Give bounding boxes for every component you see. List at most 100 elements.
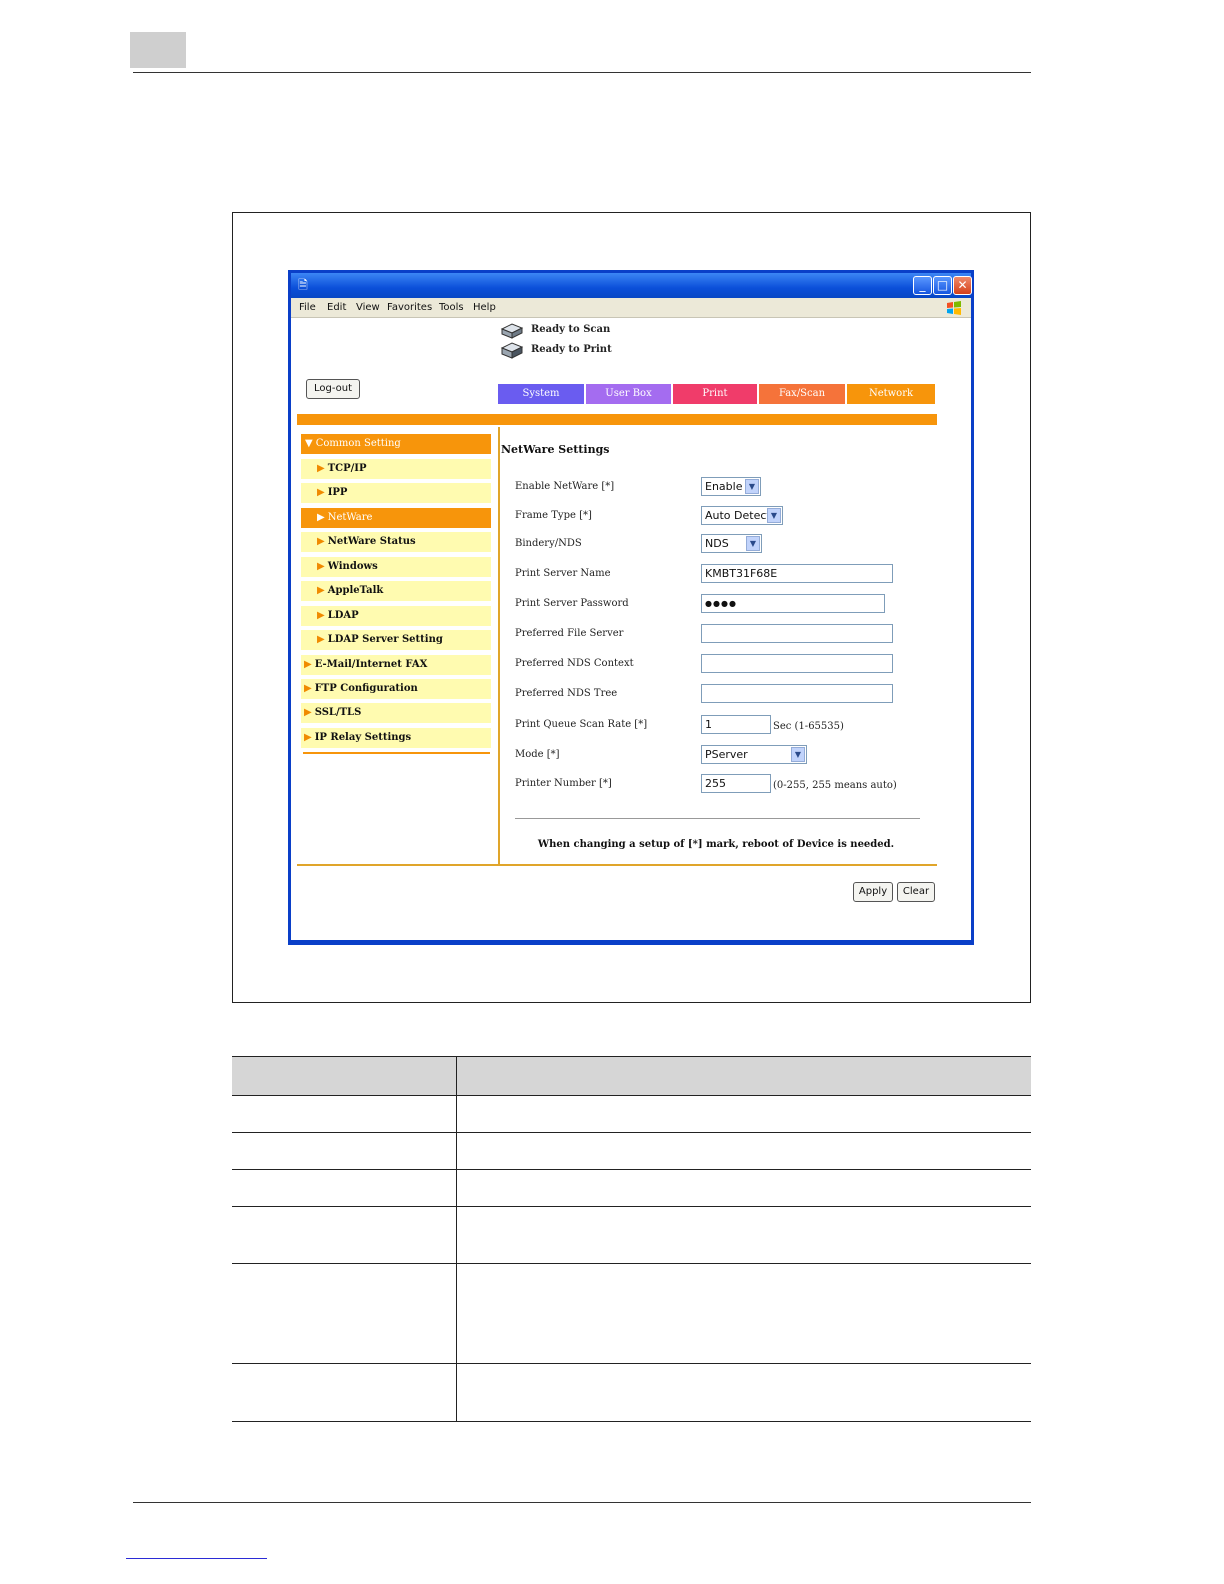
close-icon[interactable]: ✕ bbox=[953, 276, 972, 295]
tab-system[interactable]: System bbox=[498, 384, 584, 404]
preferred-file-server-input[interactable] bbox=[701, 624, 893, 643]
print-queue-scan-rate-input[interactable]: 1 bbox=[701, 715, 771, 734]
table-row bbox=[232, 1132, 1031, 1170]
nav-label: FTP Configuration bbox=[314, 683, 418, 694]
triangle-right-icon: ▶ bbox=[317, 634, 325, 645]
nav-item-ipp[interactable]: ▶ IPP bbox=[301, 483, 491, 503]
bindery-nds-select[interactable]: NDS ▼ bbox=[701, 534, 762, 553]
nav-bottom-rule bbox=[303, 752, 490, 754]
nav-item-ldap-server-setting[interactable]: ▶ LDAP Server Setting bbox=[301, 630, 491, 650]
printer-number-input[interactable]: 255 bbox=[701, 774, 771, 793]
nav-item-email-internet-fax[interactable]: ▶ E-Mail/Internet FAX bbox=[301, 655, 491, 675]
tab-fax-scan[interactable]: Fax/Scan bbox=[759, 384, 845, 404]
select-value: NDS bbox=[705, 537, 729, 550]
nav-item-ssl-tls[interactable]: ▶ SSL/TLS bbox=[301, 703, 491, 723]
nav-label: E-Mail/Internet FAX bbox=[314, 659, 428, 670]
reboot-note: When changing a setup of [*] mark, reboo… bbox=[537, 839, 895, 850]
frame-type-select[interactable]: Auto Detect ▼ bbox=[701, 506, 783, 525]
nav-item-tcpip[interactable]: ▶ TCP/IP bbox=[301, 459, 491, 479]
maximize-icon[interactable]: □ bbox=[933, 276, 952, 295]
table-cell bbox=[456, 1206, 1031, 1264]
footer-rule bbox=[133, 1502, 1031, 1503]
table-row bbox=[232, 1095, 1031, 1133]
preferred-nds-tree-input[interactable] bbox=[701, 684, 893, 703]
triangle-right-icon: ▶ bbox=[304, 732, 312, 743]
triangle-right-icon: ▶ bbox=[304, 683, 312, 694]
ie-page-icon: 🗎 bbox=[298, 278, 308, 292]
tab-user-box[interactable]: User Box bbox=[586, 384, 671, 404]
table-cell bbox=[232, 1095, 457, 1133]
label-bindery-nds: Bindery/NDS bbox=[515, 538, 582, 549]
enable-netware-select[interactable]: Enable ▼ bbox=[701, 477, 761, 496]
footer-divider bbox=[297, 864, 937, 866]
nav-item-ip-relay-settings[interactable]: ▶ IP Relay Settings bbox=[301, 728, 491, 748]
nav-label: TCP/IP bbox=[327, 463, 367, 474]
nav-item-ftp-configuration[interactable]: ▶ FTP Configuration bbox=[301, 679, 491, 699]
menu-tools[interactable]: Tools bbox=[439, 302, 464, 313]
select-value: Auto Detect bbox=[705, 509, 771, 522]
triangle-right-icon: ▶ bbox=[317, 463, 325, 474]
label-preferred-file-server: Preferred File Server bbox=[515, 628, 624, 639]
triangle-right-icon: ▶ bbox=[317, 585, 325, 596]
table-header-row bbox=[232, 1056, 1031, 1096]
table-cell bbox=[456, 1363, 1031, 1422]
apply-button[interactable]: Apply bbox=[853, 882, 893, 902]
nav-item-netware-status[interactable]: ▶ NetWare Status bbox=[301, 532, 491, 552]
table-cell bbox=[232, 1132, 457, 1170]
tab-print[interactable]: Print bbox=[673, 384, 757, 404]
triangle-right-icon: ▶ bbox=[317, 487, 325, 498]
menu-edit[interactable]: Edit bbox=[327, 302, 346, 313]
description-table bbox=[232, 1056, 1031, 1422]
table-row bbox=[232, 1363, 1031, 1422]
preferred-nds-context-input[interactable] bbox=[701, 654, 893, 673]
triangle-right-icon: ▶ bbox=[317, 536, 325, 547]
nav-item-appletalk[interactable]: ▶ AppleTalk bbox=[301, 581, 491, 601]
table-cell bbox=[456, 1169, 1031, 1207]
tab-underline-bar bbox=[297, 414, 937, 425]
mode-select[interactable]: PServer ▼ bbox=[701, 745, 807, 764]
label-preferred-nds-context: Preferred NDS Context bbox=[515, 658, 634, 669]
content-divider bbox=[498, 427, 500, 864]
nav-label: Common Setting bbox=[315, 438, 401, 449]
clear-button[interactable]: Clear bbox=[897, 882, 935, 902]
table-row bbox=[232, 1263, 1031, 1364]
nav-label: LDAP bbox=[327, 610, 359, 621]
minimize-icon[interactable]: _ bbox=[913, 276, 932, 295]
nav-item-ldap[interactable]: ▶ LDAP bbox=[301, 606, 491, 626]
nav-label: LDAP Server Setting bbox=[327, 634, 443, 645]
label-preferred-nds-tree: Preferred NDS Tree bbox=[515, 688, 618, 699]
menu-file[interactable]: File bbox=[299, 302, 316, 313]
menu-view[interactable]: View bbox=[356, 302, 380, 313]
nav-label: Windows bbox=[327, 561, 378, 572]
tab-network[interactable]: Network bbox=[847, 384, 935, 404]
print-server-name-input[interactable]: KMBT31F68E bbox=[701, 564, 893, 583]
label-print-server-name: Print Server Name bbox=[515, 568, 611, 579]
logout-button[interactable]: Log-out bbox=[306, 379, 360, 399]
triangle-right-icon: ▶ bbox=[304, 659, 312, 670]
table-cell bbox=[232, 1206, 457, 1264]
nav-label: NetWare Status bbox=[327, 536, 416, 547]
window-bottom-border bbox=[291, 940, 971, 942]
form-rule bbox=[515, 818, 920, 819]
nav-label: AppleTalk bbox=[327, 585, 384, 596]
chevron-down-icon: ▼ bbox=[791, 747, 805, 762]
table-cell bbox=[456, 1132, 1031, 1170]
triangle-right-icon: ▶ bbox=[317, 512, 325, 523]
triangle-right-icon: ▶ bbox=[317, 561, 325, 572]
nav-item-netware[interactable]: ▶ NetWare bbox=[301, 508, 491, 528]
scanner-icon bbox=[500, 323, 524, 339]
nav-label: IP Relay Settings bbox=[314, 732, 412, 743]
nav-label: SSL/TLS bbox=[314, 707, 362, 718]
scan-rate-hint: Sec (1-65535) bbox=[773, 721, 844, 732]
print-server-password-input[interactable]: ●●●● bbox=[701, 594, 885, 613]
table-header-cell bbox=[456, 1056, 1031, 1096]
page-title: NetWare Settings bbox=[501, 443, 610, 456]
label-enable-netware: Enable NetWare [*] bbox=[515, 481, 615, 492]
nav-item-windows[interactable]: ▶ Windows bbox=[301, 557, 491, 577]
chevron-down-icon: ▼ bbox=[767, 508, 781, 523]
menu-favorites[interactable]: Favorites bbox=[387, 302, 432, 313]
nav-common-setting[interactable]: ▼ Common Setting bbox=[301, 434, 491, 454]
table-cell bbox=[232, 1263, 457, 1364]
table-row bbox=[232, 1169, 1031, 1207]
menu-help[interactable]: Help bbox=[473, 302, 496, 313]
